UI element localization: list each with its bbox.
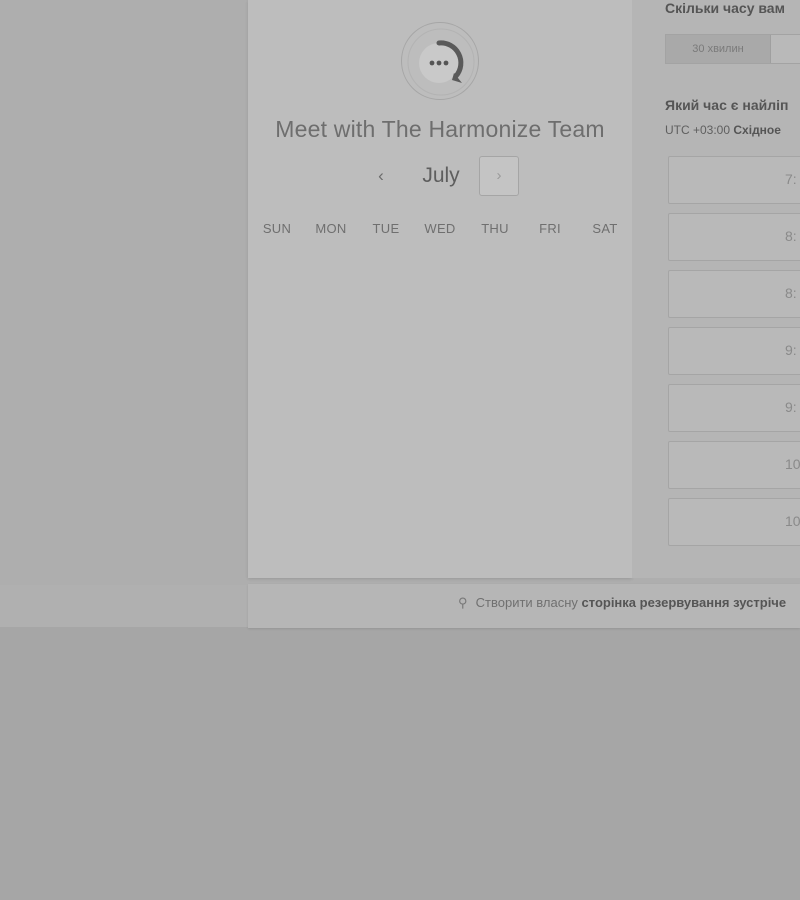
timezone-offset: UTC +03:00: [665, 123, 731, 137]
duration-question: Скільки часу вам: [665, 0, 785, 16]
weekday-tue: TUE: [372, 221, 400, 236]
footer-link-text[interactable]: сторінка резервування зустріче: [582, 595, 787, 610]
weekday-thu: THU: [481, 221, 509, 236]
duration-option-30[interactable]: 30 хвилин: [666, 35, 771, 63]
weekday-mon: MON: [315, 221, 347, 236]
weekday-fri: FRI: [539, 221, 561, 236]
time-slot-label: 8:: [785, 228, 797, 244]
time-slot-label: 9:: [785, 342, 797, 358]
create-booking-page-link[interactable]: ⚲ Створити власну сторінка резервування …: [458, 595, 786, 611]
time-selection-panel: Скільки часу вам 30 хвилин Який час є на…: [632, 0, 800, 578]
timezone-label[interactable]: UTC +03:00 Східное: [665, 123, 781, 137]
time-question: Який час є найліп: [665, 97, 789, 113]
time-slot[interactable]: 9:: [668, 327, 800, 375]
weekday-header: SUN MON TUE WED THU FRI SAT: [248, 221, 632, 239]
weekday-sat: SAT: [592, 221, 618, 236]
chat-bubble-ellipsis-icon: [401, 22, 479, 100]
duration-selector: 30 хвилин: [665, 34, 800, 64]
time-slot-label: 9:: [785, 399, 797, 415]
time-slot[interactable]: 10: [668, 498, 800, 546]
footer-bar: ⚲ Створити власну сторінка резервування …: [248, 584, 800, 628]
next-month-button[interactable]: ›: [479, 156, 519, 196]
time-slot[interactable]: 8:: [668, 213, 800, 261]
magic-wand-icon: ⚲: [458, 595, 468, 610]
time-slot[interactable]: 9:: [668, 384, 800, 432]
month-label: July: [422, 164, 460, 187]
month-navigation: ‹ July ›: [248, 155, 632, 197]
time-slot[interactable]: 7:: [668, 156, 800, 204]
booking-card: Meet with The Harmonize Team ‹ July › SU…: [248, 0, 632, 578]
time-slot-label: 10: [785, 456, 800, 472]
page-background-lower: [0, 627, 800, 900]
time-slot-label: 10: [785, 513, 800, 529]
page-title: Meet with The Harmonize Team: [275, 116, 605, 142]
time-slot[interactable]: 10: [668, 441, 800, 489]
weekday-wed: WED: [424, 221, 456, 236]
time-slot[interactable]: 8:: [668, 270, 800, 318]
prev-month-button[interactable]: ‹: [366, 161, 396, 191]
timezone-name: Східное: [733, 123, 781, 137]
time-slot-label: 8:: [785, 285, 797, 301]
time-slot-label: 7:: [785, 171, 797, 187]
weekday-sun: SUN: [262, 221, 292, 236]
footer-prefix: Створити власну: [475, 595, 578, 610]
